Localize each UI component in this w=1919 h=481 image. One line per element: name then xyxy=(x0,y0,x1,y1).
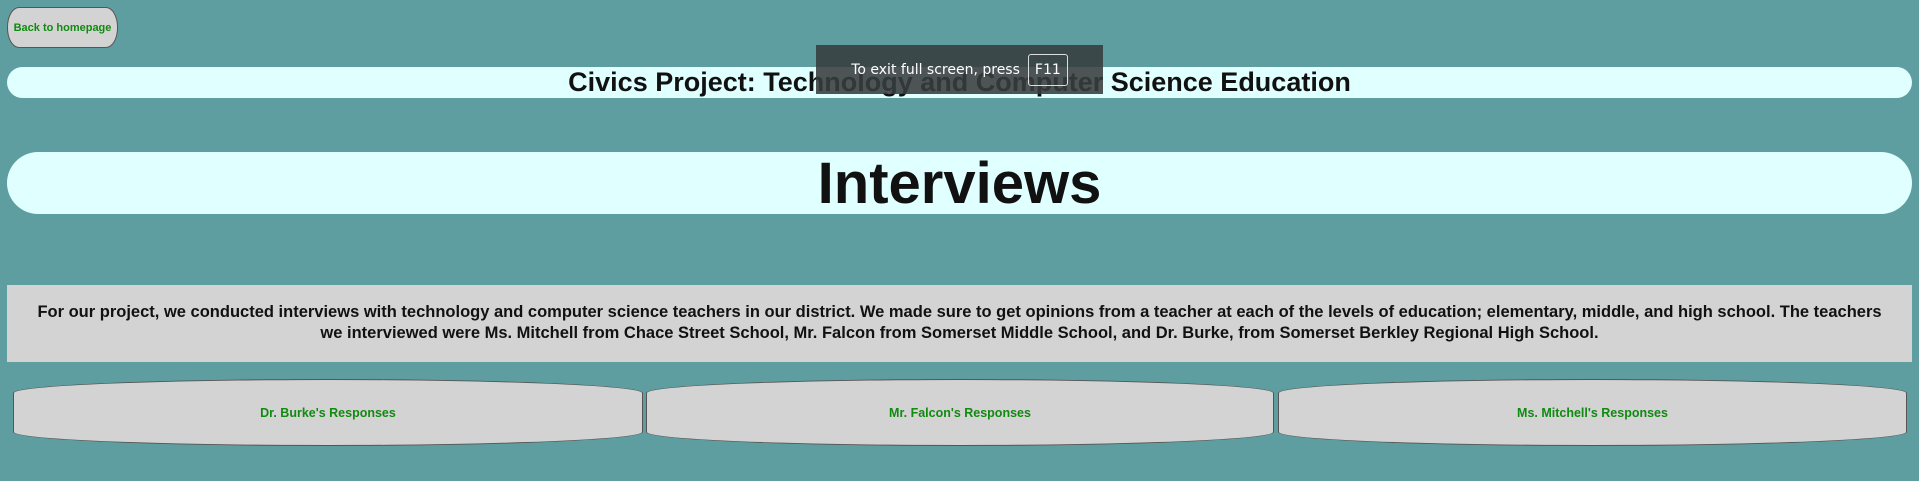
ms-mitchell-responses-button[interactable]: Ms. Mitchell's Responses xyxy=(1278,379,1907,446)
section-heading: Interviews xyxy=(817,150,1102,216)
dr-burke-responses-button[interactable]: Dr. Burke's Responses xyxy=(13,379,643,446)
intro-paragraph: For our project, we conducted interviews… xyxy=(7,285,1912,362)
back-to-homepage-button[interactable]: Back to homepage xyxy=(7,7,118,48)
mr-falcon-responses-button[interactable]: Mr. Falcon's Responses xyxy=(646,379,1274,446)
section-heading-banner: Interviews xyxy=(7,150,1912,216)
fullscreen-notice-text: To exit full screen, press xyxy=(851,61,1020,78)
f11-key-badge: F11 xyxy=(1027,53,1068,86)
fullscreen-exit-notice: To exit full screen, press F11 xyxy=(816,45,1103,94)
